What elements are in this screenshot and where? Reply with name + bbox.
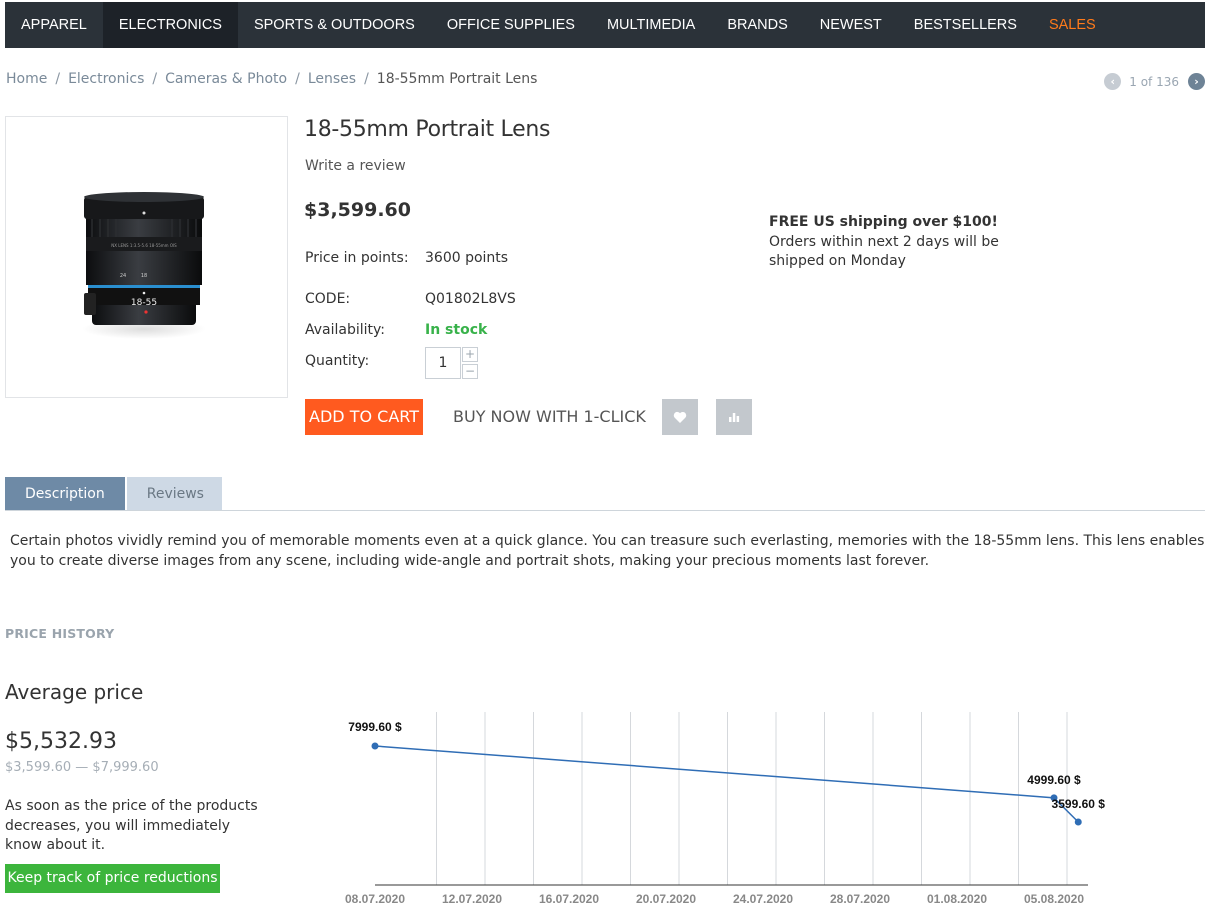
price-point [1074,818,1082,826]
breadcrumb-separator: / [364,71,369,87]
heart-icon [673,411,687,423]
svg-text:NX LENS 1:3.5-5.6 18-55mm OIS: NX LENS 1:3.5-5.6 18-55mm OIS [111,243,177,248]
product-pager: ‹ 1 of 136 › [1104,73,1205,90]
x-tick-label: 24.07.2020 [733,892,793,906]
breadcrumb-separator: / [152,71,158,87]
x-tick-label: 28.07.2020 [830,892,890,906]
shipping-heading: FREE US shipping over $100! [769,214,998,230]
nav-item-bestsellers[interactable]: BESTSELLERS [898,2,1033,48]
price-point-label: 3599.60 $ [1052,797,1106,811]
code-value: Q01802L8VS [425,291,516,307]
nav-item-brands[interactable]: BRANDS [711,2,803,48]
write-review-link[interactable]: Write a review [305,158,406,174]
x-tick-label: 16.07.2020 [539,892,599,906]
top-nav: APPAREL ELECTRONICS SPORTS & OUTDOORS OF… [5,2,1205,48]
lens-marking: 18-55 [131,298,157,308]
track-price-button[interactable]: Keep track of price reductions [5,864,220,893]
nav-item-sales[interactable]: SALES [1033,2,1112,48]
svg-text:18: 18 [141,273,147,279]
nav-item-multimedia[interactable]: MULTIMEDIA [591,2,711,48]
chevron-right-icon[interactable]: › [1188,73,1205,90]
price-range: $3,599.60 — $7,999.60 [5,760,159,775]
price-point-label: 4999.60 $ [1027,773,1081,787]
price-history-chart: 08.07.2020 12.07.2020 16.07.2020 20.07.2020… [345,712,1106,906]
nav-item-office-supplies[interactable]: OFFICE SUPPLIES [431,2,591,48]
average-price-heading: Average price [5,680,144,704]
tab-reviews[interactable]: Reviews [126,477,222,511]
breadcrumb: Home / Electronics / Cameras & Photo / Lenses /… [6,71,537,87]
nav-item-newest[interactable]: NEWEST [804,2,898,48]
bar-chart-icon [729,413,740,422]
shipping-info: FREE US shipping over $100! Orders withi… [769,213,999,272]
quantity-label: Quantity: [305,353,370,369]
points-value: 3600 points [425,250,509,266]
breadcrumb-separator: / [295,71,300,87]
product-title: 18-55mm Portrait Lens [304,117,551,142]
lens-image: NX LENS 1:3.5-5.6 18-55mm OIS 24 18 18-5… [82,192,206,339]
product-image[interactable]: NX LENS 1:3.5-5.6 18-55mm OIS 24 18 18-5… [5,116,288,398]
product-tabs: Description Reviews [5,477,224,511]
breadcrumb-electronics[interactable]: Electronics [68,71,144,87]
chevron-left-icon[interactable]: ‹ [1104,73,1122,90]
price-point-label: 7999.60 $ [348,720,402,734]
product-price: $3,599.60 [304,199,411,221]
pager-count: 1 of 136 [1129,74,1179,89]
quantity-increase-button[interactable]: + [462,347,478,362]
availability-value: In stock [425,322,488,338]
x-tick-label: 08.07.2020 [345,892,405,906]
price-point [371,742,379,750]
points-label: Price in points: [305,250,409,266]
price-history-title: PRICE HISTORY [5,626,115,641]
tab-description[interactable]: Description [5,477,125,511]
breadcrumb-cameras-photo[interactable]: Cameras & Photo [165,71,287,87]
price-line [374,745,1079,823]
add-to-cart-button[interactable]: ADD TO CART [305,399,423,435]
nav-item-electronics[interactable]: ELECTRONICS [102,2,238,48]
wishlist-button[interactable] [662,399,698,435]
x-tick-label: 01.08.2020 [927,892,987,906]
x-tick-label: 12.07.2020 [442,892,502,906]
breadcrumb-lenses[interactable]: Lenses [308,71,356,87]
nav-item-apparel[interactable]: APPAREL [5,2,103,48]
x-tick-label: 20.07.2020 [636,892,696,906]
product-description: Certain photos vividly remind you of mem… [10,533,1205,569]
quantity-input[interactable]: 1 [425,347,461,379]
breadcrumb-current: 18-55mm Portrait Lens [376,71,538,87]
x-tick-label: 05.08.2020 [1024,892,1084,906]
breadcrumb-home[interactable]: Home [6,71,47,87]
svg-text:24: 24 [120,273,126,279]
breadcrumb-separator: / [55,71,61,87]
code-label: CODE: [305,291,351,307]
quantity-decrease-button[interactable]: − [462,364,478,379]
compare-button[interactable] [716,399,752,435]
tab-divider [5,510,1205,511]
availability-label: Availability: [305,322,386,338]
shipping-text: Orders within next 2 days will be shippe… [769,233,999,270]
buy-now-one-click-button[interactable]: BUY NOW WITH 1-CLICK [453,407,646,426]
nav-item-sports-outdoors[interactable]: SPORTS & OUTDOORS [238,2,431,48]
average-price-value: $5,532.93 [5,729,117,754]
price-tracking-text: As soon as the price of the products dec… [5,798,258,853]
